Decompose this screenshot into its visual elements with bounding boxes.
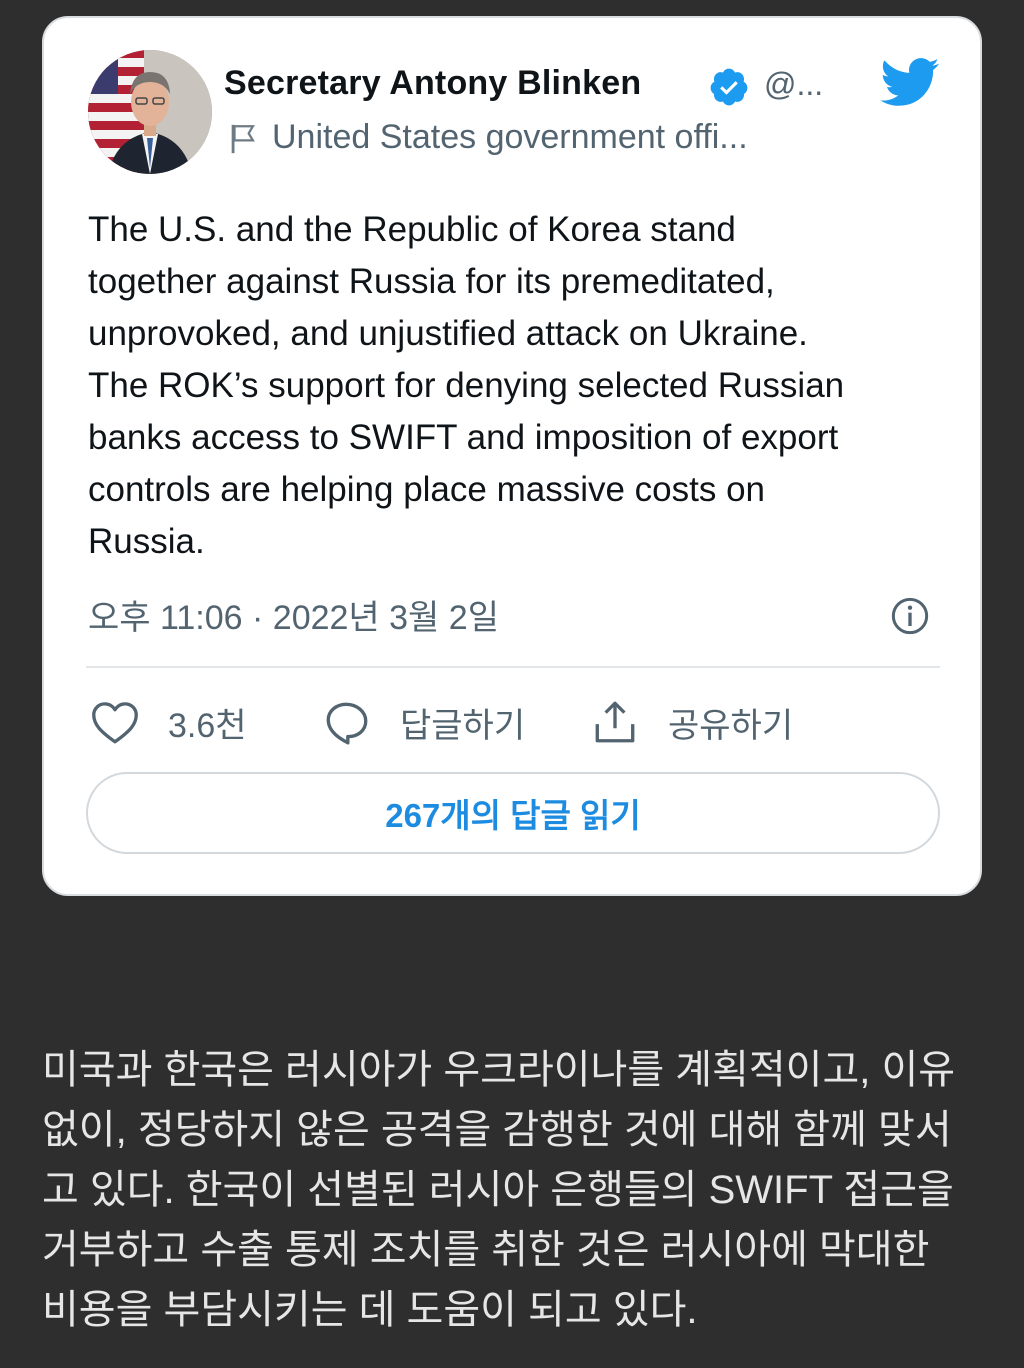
tweet-body: The U.S. and the Republic of Korea stand… xyxy=(88,204,958,568)
like-count: 3.6천 xyxy=(168,706,247,745)
tweet-text-line: unprovoked, and unjustified attack on Uk… xyxy=(88,314,808,353)
translation-line: 거부하고 수출 통제 조치를 취한 것은 러시아에 막대한 xyxy=(42,1228,930,1272)
info-icon[interactable] xyxy=(890,596,930,636)
tweet-text-line: banks access to SWIFT and imposition of … xyxy=(88,418,839,457)
read-replies-button[interactable]: 267개의 답글 읽기 xyxy=(86,772,940,854)
author-handle[interactable]: @... xyxy=(764,66,823,103)
tweet-timestamp[interactable]: 오후 11:06 · 2022년 3월 2일 xyxy=(88,590,499,639)
reply-button[interactable]: 답글하기 xyxy=(322,694,525,750)
korean-translation: 미국과 한국은 러시아가 우크라이나를 계획적이고, 이유 없이, 정당하지 않… xyxy=(42,1040,992,1340)
twitter-bird-icon[interactable] xyxy=(878,56,940,108)
heart-icon xyxy=(92,702,138,744)
tweet-card: Secretary Antony Blinken @... United Sta… xyxy=(42,16,982,896)
divider xyxy=(86,666,940,668)
translation-line: 비용을 부담시키는 데 도움이 되고 있다. xyxy=(42,1288,698,1332)
tweet-text-line: together against Russia for its premedit… xyxy=(88,262,775,301)
translation-line: 미국과 한국은 러시아가 우크라이나를 계획적이고, 이유 xyxy=(42,1048,956,1092)
author-name[interactable]: Secretary Antony Blinken xyxy=(224,64,641,103)
like-button[interactable]: 3.6천 xyxy=(90,694,247,750)
share-label: 공유하기 xyxy=(668,706,794,745)
share-upload-icon xyxy=(595,701,635,743)
translation-line: 고 있다. 한국이 선별된 러시아 은행들의 SWIFT 접근을 xyxy=(42,1168,954,1212)
flag-icon xyxy=(231,124,255,154)
account-affiliation-label: United States government offi... xyxy=(272,118,748,156)
reply-label: 답글하기 xyxy=(400,706,526,745)
speech-bubble-icon xyxy=(326,702,368,745)
tweet-text-line: controls are helping place massive costs… xyxy=(88,470,766,509)
verified-badge-icon xyxy=(710,68,748,106)
tweet-text-line: The U.S. and the Republic of Korea stand xyxy=(88,210,736,249)
translation-line: 없이, 정당하지 않은 공격을 감행한 것에 대해 함께 맞서 xyxy=(42,1108,952,1152)
share-button[interactable]: 공유하기 xyxy=(590,694,793,750)
author-avatar[interactable] xyxy=(88,50,212,174)
tweet-text-line: The ROK’s support for denying selected R… xyxy=(88,366,845,405)
tweet-text-line: Russia. xyxy=(88,522,205,561)
